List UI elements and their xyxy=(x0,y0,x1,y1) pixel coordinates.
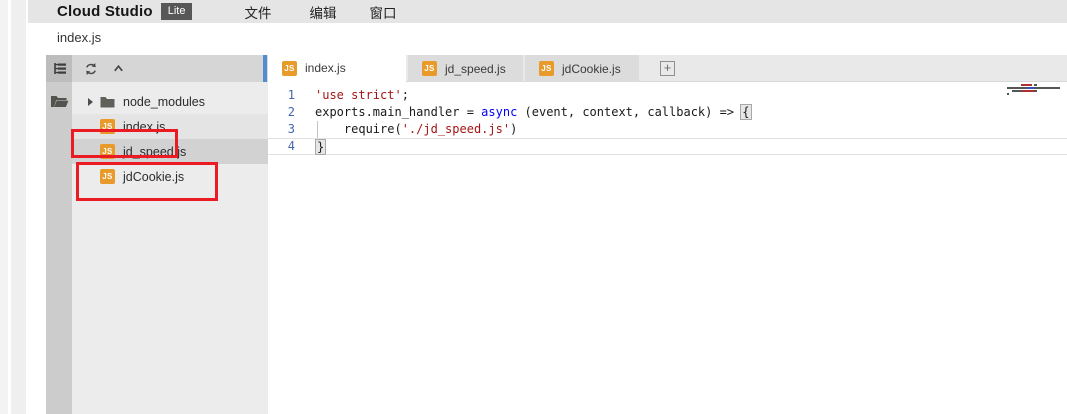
tree-item-label: jdCookie.js xyxy=(123,170,184,184)
code-line-3: 3 require('./jd_speed.js') xyxy=(268,121,1067,138)
js-file-icon: JS xyxy=(100,169,115,184)
tab-label: jdCookie.js xyxy=(562,62,621,76)
js-file-icon: JS xyxy=(282,61,297,76)
menu-item-edit[interactable]: 编辑 xyxy=(309,2,336,22)
left-gutter-strip-2 xyxy=(11,0,26,414)
matched-bracket: { xyxy=(740,104,751,120)
breadcrumb-bar: index.js xyxy=(28,23,1067,55)
menu-item-window[interactable]: 窗口 xyxy=(369,2,396,22)
file-tree: node_modules JS index.js JS jd_speed.js … xyxy=(72,82,268,189)
line-number: 2 xyxy=(268,104,295,121)
tab-label: jd_speed.js xyxy=(445,62,506,76)
tab-label: index.js xyxy=(305,61,346,75)
matched-bracket: } xyxy=(315,139,326,155)
code-editor[interactable]: 1 'use strict'; 2 exports.main_handler =… xyxy=(268,82,1067,414)
open-file-title: index.js xyxy=(57,30,101,45)
tree-item-label: index.js xyxy=(123,120,165,134)
js-file-icon: JS xyxy=(100,144,115,159)
cloud-studio-logo: Cloud Studio xyxy=(57,3,153,20)
menu-item-file[interactable]: 文件 xyxy=(244,2,271,22)
collapse-button[interactable] xyxy=(110,61,126,77)
code-line-2: 2 exports.main_handler = async (event, c… xyxy=(268,104,1067,121)
refresh-button[interactable] xyxy=(83,61,99,77)
code-line-4: 4 } xyxy=(268,138,1067,155)
line-number: 4 xyxy=(268,139,295,154)
left-gutter-strip xyxy=(0,0,8,414)
plus-icon: + xyxy=(660,61,675,76)
tab-bar: JS index.js JS jd_speed.js JS jdCookie.j… xyxy=(268,55,1067,82)
tab-jdcookie-js[interactable]: JS jdCookie.js xyxy=(525,55,639,82)
open-folder-button[interactable] xyxy=(46,88,72,114)
tree-item-jd-speed-js[interactable]: JS jd_speed.js xyxy=(72,139,268,164)
expand-arrow-icon[interactable] xyxy=(88,98,93,106)
folder-open-icon xyxy=(50,94,69,108)
tree-item-label: jd_speed.js xyxy=(123,145,186,159)
tree-item-index-js[interactable]: JS index.js xyxy=(72,114,268,139)
lite-badge: Lite xyxy=(161,3,193,20)
new-tab-button[interactable]: + xyxy=(641,55,694,81)
chevron-up-icon xyxy=(112,62,125,75)
indent-guide-line xyxy=(317,121,318,138)
tree-item-node-modules[interactable]: node_modules xyxy=(72,89,268,114)
activity-rail xyxy=(46,55,72,414)
js-file-icon: JS xyxy=(100,119,115,134)
line-number: 1 xyxy=(268,87,295,104)
folder-icon xyxy=(100,96,115,108)
refresh-icon xyxy=(84,62,98,76)
app-menubar: Cloud Studio Lite 文件 编辑 窗口 xyxy=(28,0,1067,23)
tab-index-js[interactable]: JS index.js xyxy=(268,55,406,82)
code-line-1: 1 'use strict'; xyxy=(268,87,1067,104)
js-file-icon: JS xyxy=(422,61,437,76)
tree-view-icon xyxy=(52,61,67,76)
tree-item-jdcookie-js[interactable]: JS jdCookie.js xyxy=(72,164,268,189)
line-number: 3 xyxy=(268,121,295,138)
explorer-sidebar: node_modules JS index.js JS jd_speed.js … xyxy=(72,55,268,414)
tab-jd-speed-js[interactable]: JS jd_speed.js xyxy=(408,55,523,82)
explorer-header xyxy=(72,55,268,82)
explorer-view-button[interactable] xyxy=(46,55,72,82)
sidebar-scrollbar[interactable] xyxy=(263,55,267,82)
js-file-icon: JS xyxy=(539,61,554,76)
tree-item-label: node_modules xyxy=(123,95,205,109)
minimap[interactable] xyxy=(1006,84,1064,100)
